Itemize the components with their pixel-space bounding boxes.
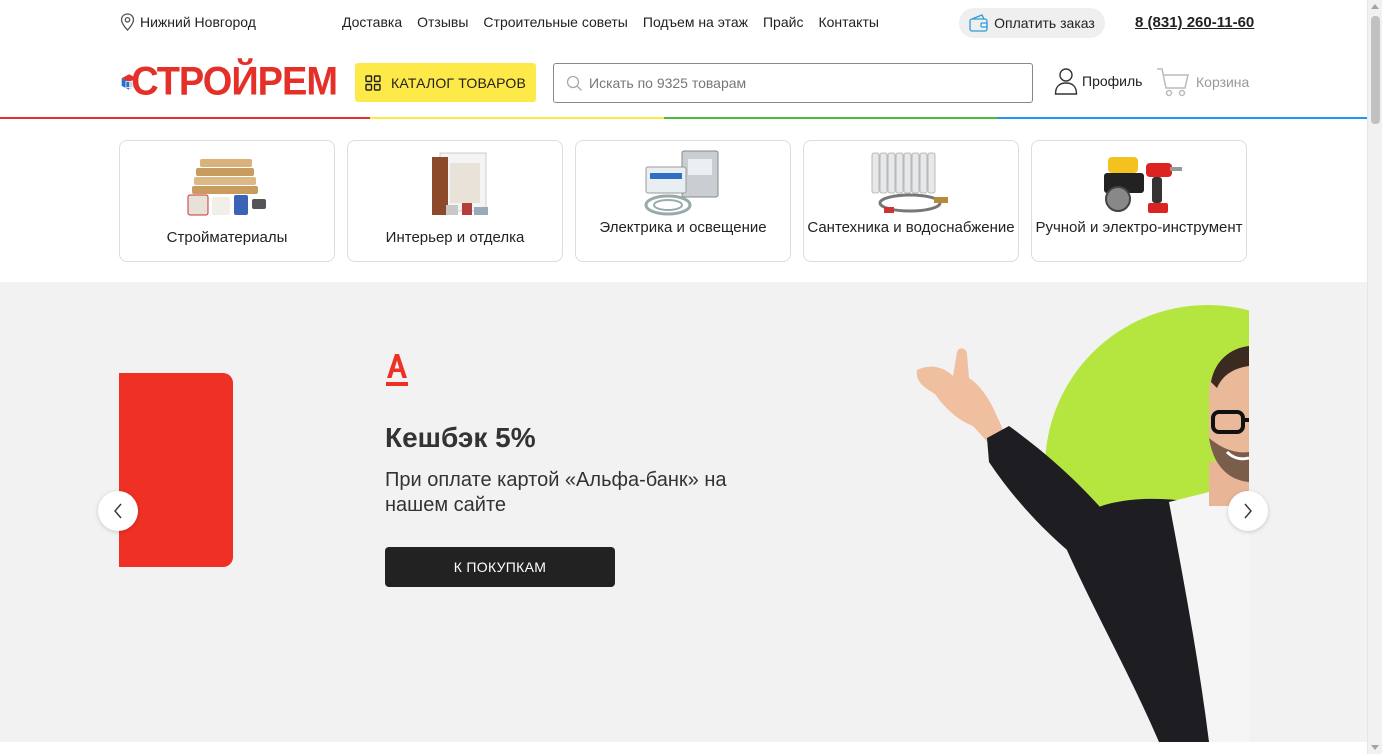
scrollbar-thumb[interactable] [1371, 16, 1380, 124]
profile-link[interactable]: Профиль [1054, 67, 1142, 95]
pay-order-button[interactable]: Оплатить заказ [959, 8, 1105, 38]
category-label: Интерьер и отделка [385, 229, 525, 246]
category-tile-electrical[interactable]: Электрика и освещение [575, 140, 791, 262]
slider-prev-button[interactable] [98, 491, 138, 531]
logo[interactable]: СТРОЙРЕМ [121, 58, 338, 106]
top-bar: Нижний Новгород Доставка Отзывы Строител… [0, 0, 1367, 46]
color-divider-blue [997, 117, 1367, 119]
promo-banner: Кешбэк 5% При оплате картой «Альфа-банк»… [0, 282, 1367, 742]
category-label: Ручной и электро-инструмент [1035, 219, 1243, 236]
page: Нижний Новгород Доставка Отзывы Строител… [0, 0, 1367, 754]
top-nav: Доставка Отзывы Строительные советы Подъ… [342, 14, 894, 30]
man-pointing-image [916, 346, 1249, 742]
city-label: Нижний Новгород [140, 14, 256, 30]
cart-link[interactable]: Корзина [1156, 66, 1249, 98]
color-divider-green [664, 117, 997, 119]
cart-label: Корзина [1196, 74, 1250, 90]
search-box [553, 63, 1033, 103]
pay-order-label: Оплатить заказ [994, 15, 1095, 31]
electrical-panel-icon [644, 150, 719, 216]
search-icon [566, 75, 582, 91]
page-footer-gap [0, 742, 1367, 754]
wallet-icon [969, 14, 988, 32]
nav-link-contacts[interactable]: Контакты [818, 14, 878, 30]
nav-link-floor-lift[interactable]: Подъем на этаж [643, 14, 748, 30]
category-label: Сантехника и водоснабжение [807, 219, 1015, 236]
catalog-button[interactable]: КАТАЛОГ ТОВАРОВ [355, 63, 536, 102]
category-tiles: Стройматериалы Интерьер и отделка Электр… [119, 140, 1259, 262]
profile-label: Профиль [1082, 73, 1143, 89]
category-label: Стройматериалы [166, 229, 288, 246]
category-tile-tools[interactable]: Ручной и электро-инструмент [1031, 140, 1247, 262]
city-selector[interactable]: Нижний Новгород [120, 13, 256, 31]
scroll-up-icon[interactable] [1371, 4, 1379, 9]
nav-link-price[interactable]: Прайс [763, 14, 803, 30]
slider-next-button[interactable] [1228, 491, 1268, 531]
chevron-left-icon [114, 503, 122, 519]
catalog-label: КАТАЛОГ ТОВАРОВ [391, 74, 526, 91]
shop-now-button[interactable]: К ПОКУПКАМ [385, 547, 615, 587]
door-icon [432, 152, 488, 215]
chevron-right-icon [1244, 503, 1252, 519]
color-divider [0, 117, 1367, 119]
category-label: Электрика и освещение [599, 219, 767, 236]
phone-link[interactable]: 8 (831) 260-11-60 [1135, 14, 1254, 31]
color-divider-yellow [370, 117, 664, 119]
power-tools-icon [1104, 157, 1182, 213]
cart-icon [1157, 68, 1189, 97]
scrollbar[interactable] [1367, 0, 1382, 754]
category-tile-plumbing[interactable]: Сантехника и водоснабжение [803, 140, 1019, 262]
user-icon [1054, 68, 1078, 95]
search-input[interactable] [589, 75, 1009, 91]
promo-title: Кешбэк 5% [385, 422, 536, 453]
nav-link-delivery[interactable]: Доставка [342, 14, 402, 30]
location-pin-icon [120, 13, 135, 31]
color-divider-red [0, 117, 370, 119]
bank-card-image [119, 373, 233, 567]
promo-subtitle: При оплате картой «Альфа-банк» на нашем … [385, 469, 727, 516]
scroll-down-icon[interactable] [1371, 745, 1379, 750]
grid-icon [365, 74, 381, 91]
category-tile-interior[interactable]: Интерьер и отделка [347, 140, 563, 262]
nav-link-building-tips[interactable]: Строительные советы [483, 14, 627, 30]
alfa-bank-logo [385, 352, 409, 393]
lumber-icon [187, 159, 266, 216]
logo-text: СТРОЙРЕМ [131, 59, 338, 104]
alfa-bank-icon [386, 354, 408, 386]
radiator-icon [871, 152, 948, 213]
category-tile-building-materials[interactable]: Стройматериалы [119, 140, 335, 262]
nav-link-reviews[interactable]: Отзывы [417, 14, 468, 30]
promo-slide: Кешбэк 5% При оплате картой «Альфа-банк»… [119, 282, 1249, 742]
